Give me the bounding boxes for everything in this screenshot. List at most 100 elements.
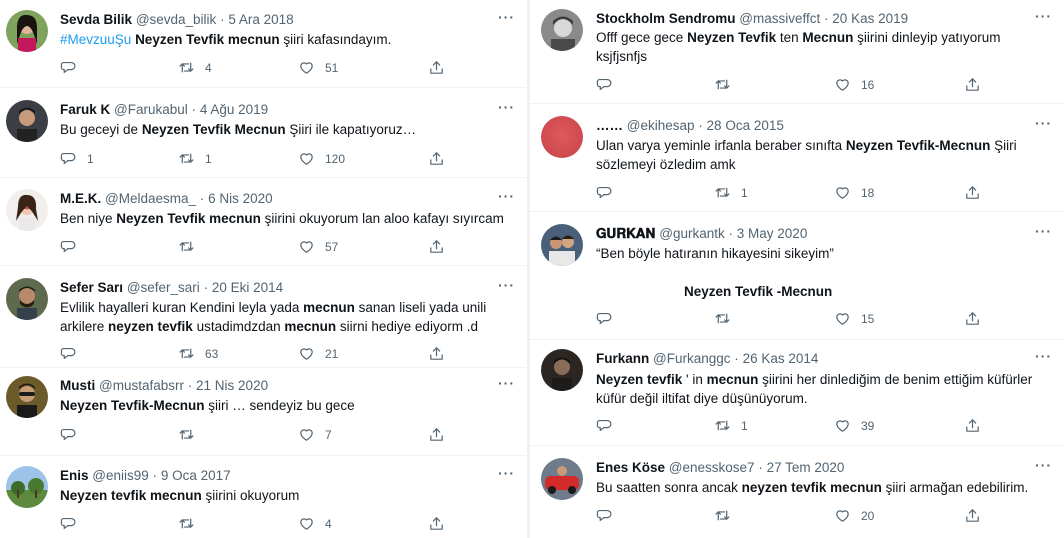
tweet-date[interactable]: 5 Ara 2018 xyxy=(228,12,293,27)
share-button[interactable] xyxy=(964,310,981,327)
user-handle[interactable]: @sevda_bilik xyxy=(136,12,217,27)
display-name[interactable]: 𝐆𝐔𝐑𝐊𝐀𝐍 xyxy=(596,226,656,241)
like-button[interactable]: 7 xyxy=(298,426,332,443)
tweet-date[interactable]: 4 Ağu 2019 xyxy=(200,102,268,117)
reply-button[interactable] xyxy=(596,507,623,524)
tweet-date[interactable]: 20 Eki 2014 xyxy=(212,280,283,295)
more-icon[interactable]: ··· xyxy=(498,277,515,293)
reply-button[interactable] xyxy=(596,76,623,93)
tweet-date[interactable]: 9 Oca 2017 xyxy=(161,468,231,483)
more-icon[interactable]: ··· xyxy=(1035,457,1052,473)
user-handle[interactable]: @ekihesap xyxy=(627,118,695,133)
retweet-button[interactable] xyxy=(714,507,741,524)
tweet-card[interactable]: M.E.K. @Meldaesma_ · 6 Nis 2020 ··· Ben … xyxy=(0,178,526,266)
like-button[interactable]: 120 xyxy=(298,150,345,167)
tweet-card[interactable]: Stockholm Sendromu @massiveffct · 20 Kas… xyxy=(530,0,1064,104)
avatar[interactable] xyxy=(541,116,583,158)
avatar[interactable] xyxy=(541,349,583,391)
reply-button[interactable]: 1 xyxy=(60,150,94,167)
avatar[interactable] xyxy=(6,189,48,231)
retweet-button[interactable] xyxy=(178,426,205,443)
display-name[interactable]: Enis xyxy=(60,468,89,483)
retweet-button[interactable]: 1 xyxy=(714,417,748,434)
reply-button[interactable] xyxy=(60,238,87,255)
hashtag-link[interactable]: #MevzuuŞu xyxy=(60,32,131,47)
more-icon[interactable]: ··· xyxy=(498,188,515,204)
user-handle[interactable]: @enesskose7 xyxy=(669,460,755,475)
more-icon[interactable]: ··· xyxy=(1035,8,1052,24)
like-button[interactable]: 15 xyxy=(834,310,874,327)
reply-button[interactable] xyxy=(60,345,87,362)
display-name[interactable]: …… xyxy=(596,118,623,133)
user-handle[interactable]: @massiveffct xyxy=(739,11,820,26)
tweet-date[interactable]: 21 Nis 2020 xyxy=(196,378,268,393)
display-name[interactable]: Furkann xyxy=(596,351,649,366)
like-button[interactable]: 21 xyxy=(298,345,338,362)
tweet-date[interactable]: 27 Tem 2020 xyxy=(767,460,845,475)
share-button[interactable] xyxy=(428,150,445,167)
retweet-button[interactable]: 4 xyxy=(178,59,212,76)
retweet-button[interactable]: 1 xyxy=(178,150,212,167)
like-button[interactable]: 18 xyxy=(834,184,874,201)
tweet-card[interactable]: 𝐆𝐔𝐑𝐊𝐀𝐍 @gurkantk · 3 May 2020 ··· “Ben b… xyxy=(530,212,1064,340)
tweet-date[interactable]: 28 Oca 2015 xyxy=(707,118,784,133)
retweet-button[interactable]: 1 xyxy=(714,184,748,201)
tweet-card[interactable]: Musti @mustafabsrr · 21 Nis 2020 ··· Ney… xyxy=(0,368,526,456)
display-name[interactable]: Enes Köse xyxy=(596,460,665,475)
retweet-button[interactable] xyxy=(178,238,205,255)
user-handle[interactable]: @Farukabul xyxy=(114,102,188,117)
user-handle[interactable]: @Meldaesma_ xyxy=(105,191,196,206)
more-icon[interactable]: ··· xyxy=(498,9,515,25)
more-icon[interactable]: ··· xyxy=(498,99,515,115)
more-icon[interactable]: ··· xyxy=(498,465,515,481)
reply-button[interactable] xyxy=(596,184,623,201)
retweet-button[interactable] xyxy=(178,515,205,532)
user-handle[interactable]: @gurkantk xyxy=(659,226,724,241)
share-button[interactable] xyxy=(964,76,981,93)
avatar[interactable] xyxy=(6,100,48,142)
user-handle[interactable]: @eniis99 xyxy=(92,468,149,483)
tweet-card[interactable]: …… @ekihesap · 28 Oca 2015 ··· Ulan vary… xyxy=(530,104,1064,212)
retweet-button[interactable] xyxy=(714,76,741,93)
user-handle[interactable]: @mustafabsrr xyxy=(99,378,184,393)
more-icon[interactable]: ··· xyxy=(1035,115,1052,131)
display-name[interactable]: Faruk K xyxy=(60,102,110,117)
tweet-card[interactable]: Furkann @Furkanggc · 26 Kas 2014 ··· Ney… xyxy=(530,340,1064,446)
avatar[interactable] xyxy=(541,458,583,500)
user-handle[interactable]: @Furkanggc xyxy=(653,351,731,366)
tweet-card[interactable]: Sefer Sarı @sefer_sari · 20 Eki 2014 ···… xyxy=(0,266,526,368)
tweet-card[interactable]: Sevda Bilik @sevda_bilik · 5 Ara 2018 ··… xyxy=(0,0,526,88)
display-name[interactable]: Sefer Sarı xyxy=(60,280,123,295)
like-button[interactable]: 51 xyxy=(298,59,338,76)
reply-button[interactable] xyxy=(596,310,623,327)
user-handle[interactable]: @sefer_sari xyxy=(127,280,200,295)
share-button[interactable] xyxy=(428,59,445,76)
display-name[interactable]: Sevda Bilik xyxy=(60,12,132,27)
share-button[interactable] xyxy=(428,426,445,443)
retweet-button[interactable] xyxy=(714,310,741,327)
display-name[interactable]: Stockholm Sendromu xyxy=(596,11,736,26)
tweet-card[interactable]: Faruk K @Farukabul · 4 Ağu 2019 ··· Bu g… xyxy=(0,88,526,178)
more-icon[interactable]: ··· xyxy=(1035,223,1052,239)
share-button[interactable] xyxy=(428,345,445,362)
reply-button[interactable] xyxy=(60,59,87,76)
avatar[interactable] xyxy=(6,278,48,320)
share-button[interactable] xyxy=(428,515,445,532)
tweet-date[interactable]: 20 Kas 2019 xyxy=(832,11,908,26)
avatar[interactable] xyxy=(6,376,48,418)
like-button[interactable]: 20 xyxy=(834,507,874,524)
share-button[interactable] xyxy=(428,238,445,255)
display-name[interactable]: Musti xyxy=(60,378,95,393)
avatar[interactable] xyxy=(541,224,583,266)
more-icon[interactable]: ··· xyxy=(498,375,515,391)
reply-button[interactable] xyxy=(596,417,623,434)
share-button[interactable] xyxy=(964,507,981,524)
share-button[interactable] xyxy=(964,184,981,201)
reply-button[interactable] xyxy=(60,515,87,532)
avatar[interactable] xyxy=(541,9,583,51)
reply-button[interactable] xyxy=(60,426,87,443)
like-button[interactable]: 4 xyxy=(298,515,332,532)
like-button[interactable]: 39 xyxy=(834,417,874,434)
like-button[interactable]: 16 xyxy=(834,76,874,93)
avatar[interactable] xyxy=(6,10,48,52)
